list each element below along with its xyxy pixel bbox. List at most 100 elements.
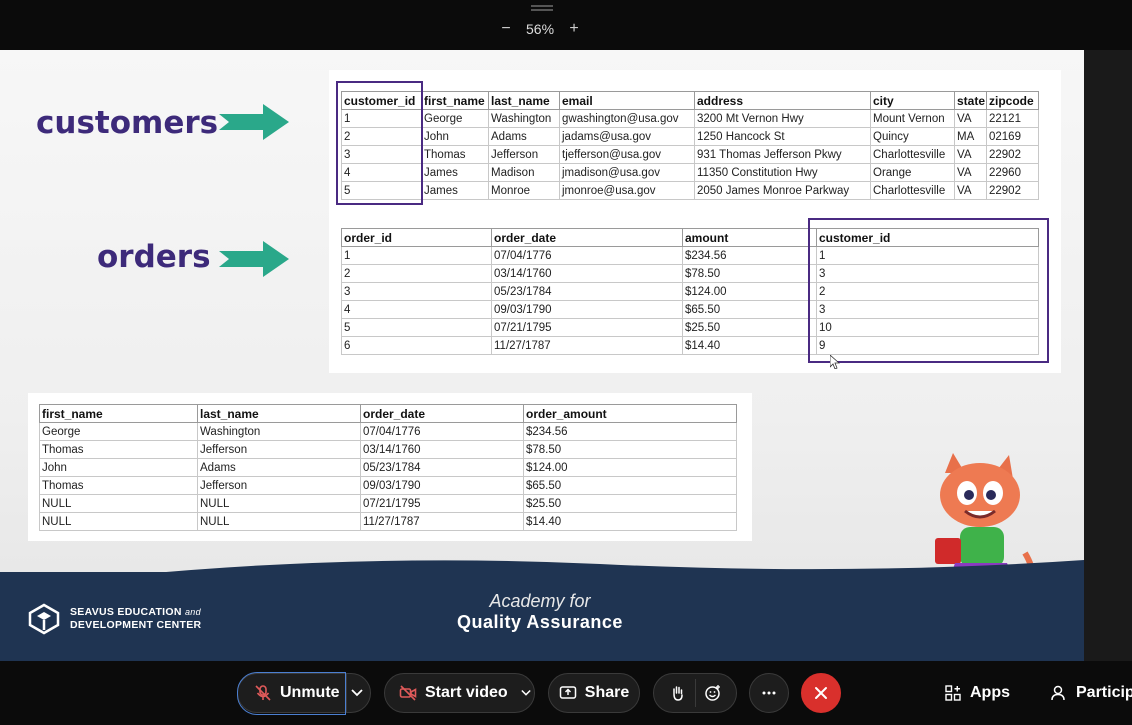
zoom-level: 56% <box>526 21 555 37</box>
participants-button[interactable]: Particip <box>1050 673 1132 713</box>
table-cell: $65.50 <box>682 300 817 319</box>
table-cell: 3200 Mt Vernon Hwy <box>694 109 871 128</box>
start-video-label: Start video <box>425 684 508 701</box>
table-cell: 09/03/1790 <box>360 476 524 495</box>
academy-line1: Academy for <box>489 591 591 611</box>
table-cell: 22121 <box>986 109 1039 128</box>
meeting-window: − 56% + customers orders customer_id firs… <box>0 0 1132 725</box>
table-cell: Jefferson <box>197 476 361 495</box>
result-table: first_name last_name order_date order_amoun… <box>39 404 737 531</box>
meeting-toolbar: Unmute Start video Share Apps Particip <box>0 661 1132 725</box>
table-cell: 3 <box>341 282 492 301</box>
table-row: George Washington 07/04/1776 $234.56 <box>39 422 737 441</box>
table-cell: jmonroe@usa.gov <box>559 181 695 200</box>
table-cell: Monroe <box>488 181 560 200</box>
share-screen-icon <box>559 686 577 699</box>
column-header: address <box>694 91 871 110</box>
table-cell: $78.50 <box>682 264 817 283</box>
table-cell: 1250 Hancock St <box>694 127 871 146</box>
table-row: NULL NULL 07/21/1795 $25.50 <box>39 494 737 513</box>
table-cell: 03/14/1760 <box>491 264 683 283</box>
table-cell: Washington <box>488 109 560 128</box>
table-cell: $25.50 <box>682 318 817 337</box>
table-cell: John <box>39 458 198 477</box>
customers-table: customer_id first_name last_name email addre… <box>341 91 1039 200</box>
orders-label: orders <box>97 239 211 275</box>
seavus-logo-block: SEAVUS EDUCATION and DEVELOPMENT CENTER <box>28 603 201 635</box>
customers-label: customers <box>36 105 219 141</box>
table-cell: 22960 <box>986 163 1039 182</box>
table-cell: Jefferson <box>197 440 361 459</box>
academy-line2: Quality Assurance <box>457 612 623 632</box>
apps-label: Apps <box>970 684 1010 701</box>
column-header: order_date <box>491 228 683 247</box>
start-video-button[interactable]: Start video <box>384 673 535 713</box>
table-cell: VA <box>954 109 987 128</box>
table-cell: 07/04/1776 <box>491 246 683 265</box>
share-button[interactable]: Share <box>548 673 640 713</box>
column-header: amount <box>682 228 817 247</box>
table-cell: jadams@usa.gov <box>559 127 695 146</box>
table-cell: $234.56 <box>523 422 737 441</box>
arrow-right-icon <box>219 241 289 277</box>
table-cell: Adams <box>488 127 560 146</box>
table-cell: NULL <box>197 494 361 513</box>
table-cell: 07/04/1776 <box>360 422 524 441</box>
emoji-reaction-icon[interactable] <box>704 684 722 702</box>
company-and: and <box>184 607 201 617</box>
zoom-in-button[interactable]: + <box>566 20 582 38</box>
table-cell: Thomas <box>421 145 489 164</box>
seavus-logo-icon <box>28 603 60 635</box>
table-cell: 11/27/1787 <box>491 336 683 355</box>
apps-grid-icon <box>945 685 961 701</box>
column-header: city <box>870 91 955 110</box>
column-header: email <box>559 91 695 110</box>
table-cell: 02169 <box>986 127 1039 146</box>
table-cell: 07/21/1795 <box>491 318 683 337</box>
table-cell: Charlottesville <box>870 145 955 164</box>
video-options-chevron-icon[interactable] <box>520 688 532 698</box>
column-header: zipcode <box>986 91 1039 110</box>
table-cell: NULL <box>39 512 198 531</box>
drag-handle[interactable] <box>531 5 553 11</box>
table-cell: VA <box>954 181 987 200</box>
academy-title: Academy for Quality Assurance <box>440 591 640 633</box>
table-cell: George <box>39 422 198 441</box>
audio-options-chevron-icon[interactable] <box>350 687 364 699</box>
table-row: NULL NULL 11/27/1787 $14.40 <box>39 512 737 531</box>
table-cell: NULL <box>197 512 361 531</box>
table-cell: 2050 James Monroe Parkway <box>694 181 871 200</box>
reactions-group <box>653 673 737 713</box>
column-header: last_name <box>488 91 560 110</box>
apps-button[interactable]: Apps <box>944 673 1010 713</box>
table-cell: $124.00 <box>682 282 817 301</box>
table-cell: Mount Vernon <box>870 109 955 128</box>
raise-hand-icon[interactable] <box>669 684 687 702</box>
table-cell: Thomas <box>39 476 198 495</box>
more-options-button[interactable] <box>749 673 789 713</box>
separator <box>694 679 696 707</box>
table-cell: 09/03/1790 <box>491 300 683 319</box>
table-cell: 11350 Constitution Hwy <box>694 163 871 182</box>
table-cell: John <box>421 127 489 146</box>
right-strip <box>1084 50 1132 661</box>
table-cell: $25.50 <box>523 494 737 513</box>
customer-id-highlight <box>336 81 423 205</box>
table-cell: tjefferson@usa.gov <box>559 145 695 164</box>
table-cell: 07/21/1795 <box>360 494 524 513</box>
zoom-out-button[interactable]: − <box>498 20 514 38</box>
table-cell: 22902 <box>986 181 1039 200</box>
table-cell: 1 <box>341 246 492 265</box>
column-header: last_name <box>197 404 361 423</box>
table-row: 5 James Monroe jmonroe@usa.gov 2050 James Mo… <box>341 181 1039 200</box>
column-header: order_id <box>341 228 492 247</box>
table-cell: $14.40 <box>523 512 737 531</box>
end-call-button[interactable] <box>801 673 841 713</box>
table-cell: Adams <box>197 458 361 477</box>
table-cell: 6 <box>341 336 492 355</box>
table-cell: Orange <box>870 163 955 182</box>
table-cell: Washington <box>197 422 361 441</box>
share-label: Share <box>584 684 630 701</box>
table-cell: Thomas <box>39 440 198 459</box>
column-header: order_date <box>360 404 524 423</box>
